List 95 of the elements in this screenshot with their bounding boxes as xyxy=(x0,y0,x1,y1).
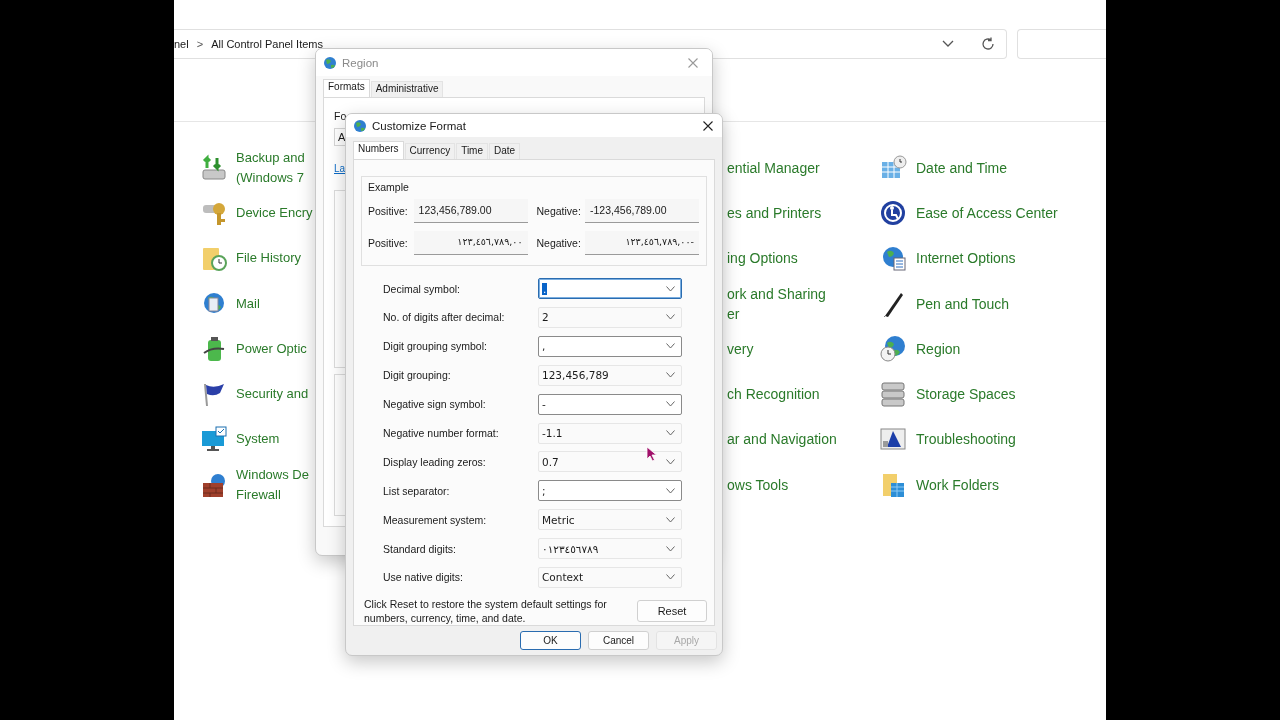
control-panel-link[interactable]: ar and Navigation xyxy=(727,429,837,450)
group-title: Example xyxy=(368,181,410,196)
output-field: -123,456,789.00 xyxy=(585,199,699,224)
control-panel-link[interactable]: File History xyxy=(236,248,301,269)
field-label: Decimal symbol: xyxy=(383,282,462,295)
drives-stack-icon xyxy=(879,380,907,409)
combo-box[interactable]: Metric xyxy=(538,509,682,531)
control-panel-link[interactable]: Backup and (Windows 7 xyxy=(236,147,305,188)
field-label: Negative: xyxy=(536,237,582,250)
globe-clock-icon xyxy=(879,334,907,363)
control-panel-link[interactable]: ch Recognition xyxy=(727,384,820,405)
control-panel-link[interactable]: Date and Time xyxy=(916,157,1008,178)
control-panel-link[interactable]: Power Optic xyxy=(236,338,307,359)
field-label: Use native digits: xyxy=(383,571,464,584)
chevron-down-icon xyxy=(666,401,675,408)
combo-box[interactable]: - xyxy=(538,393,682,415)
control-panel-link[interactable]: Ease of Access Center xyxy=(916,202,1058,223)
combo-box[interactable]: . xyxy=(538,278,682,300)
field-label: List separator: xyxy=(383,484,451,497)
control-panel-link[interactable]: Windows De Firewall xyxy=(236,464,309,505)
window-title: Region xyxy=(342,56,379,69)
breadcrumb-separator: > xyxy=(196,38,204,50)
control-panel-link[interactable]: Pen and Touch xyxy=(916,293,1010,314)
control-panel-link[interactable]: Work Folders xyxy=(916,474,999,495)
dialog-button[interactable]: OK xyxy=(520,630,581,650)
output-field: 123,456,789.00 xyxy=(413,199,528,224)
tab[interactable]: Numbers xyxy=(353,141,404,160)
control-panel-link[interactable]: Region xyxy=(916,338,961,359)
combo-box[interactable]: , xyxy=(538,335,682,357)
combo-box[interactable]: 0.7 xyxy=(538,451,682,473)
field-label: Digit grouping: xyxy=(383,369,452,382)
accessibility-icon xyxy=(879,198,907,227)
control-panel-link[interactable]: ing Options xyxy=(727,248,798,269)
chevron-down-icon xyxy=(941,40,954,48)
combo-box[interactable]: 123,456,789 xyxy=(538,364,682,386)
control-panel-link[interactable]: ential Manager xyxy=(727,157,820,178)
refresh-icon xyxy=(980,37,995,51)
field-label: Fo xyxy=(334,110,347,122)
field-label: Negative: xyxy=(536,205,582,218)
chevron-down-icon xyxy=(666,430,675,436)
combo-box[interactable]: Context xyxy=(538,566,682,588)
chevron-down-icon xyxy=(666,458,675,465)
control-panel-link[interactable]: System xyxy=(236,429,280,450)
output-field: ١٢٣,٤٥٦,٧٨٩,٠٠ xyxy=(413,231,528,256)
field-label: Digit grouping symbol: xyxy=(383,340,488,353)
control-panel-link[interactable]: Troubleshooting xyxy=(916,429,1016,450)
globe-icon xyxy=(353,118,367,133)
control-panel-link[interactable]: Internet Options xyxy=(916,248,1016,269)
mouse-pointer-icon xyxy=(646,446,658,462)
combo-box[interactable]: 2 xyxy=(538,306,682,328)
control-panel-link[interactable]: es and Printers xyxy=(727,202,822,223)
field-label: Measurement system: xyxy=(383,513,488,526)
chevron-down-icon xyxy=(666,545,675,552)
combo-box[interactable]: ٠١٢٣٤٥٦٧٨٩ xyxy=(538,538,682,560)
field-label: Display leading zeros: xyxy=(383,455,487,468)
chevron-down-icon xyxy=(666,343,675,350)
control-panel-link[interactable]: very xyxy=(727,338,754,359)
chevron-down-icon xyxy=(666,314,675,321)
control-panel-link[interactable]: ows Tools xyxy=(727,474,789,495)
chevron-down-icon xyxy=(666,487,675,494)
tab[interactable]: Time xyxy=(456,143,488,160)
tab[interactable]: Date xyxy=(489,143,521,160)
dialog-button[interactable]: Cancel xyxy=(588,630,649,650)
field-label: Negative number format: xyxy=(383,427,500,439)
chevron-down-icon xyxy=(666,285,675,292)
breadcrumb-item[interactable]: All Control Panel Items xyxy=(211,38,323,50)
chevron-down-icon xyxy=(666,574,675,581)
chevron-down-icon xyxy=(666,516,675,523)
globe-icon xyxy=(323,55,337,70)
combo-box[interactable]: -1.1 xyxy=(538,422,682,444)
control-panel-link[interactable]: Device Encry xyxy=(236,202,313,223)
backup-drive-icon xyxy=(200,153,228,182)
output-field: ١٢٣,٤٥٦,٧٨٩,٠٠- xyxy=(585,231,699,256)
monitor-icon xyxy=(200,425,228,454)
help-text: Click Reset to restore the system default settings for numbers, currency, time, and date. xyxy=(364,596,608,625)
combo-box[interactable]: ; xyxy=(538,480,682,502)
field-label: Standard digits: xyxy=(383,542,457,555)
reset-button[interactable]: Reset xyxy=(637,599,707,622)
field-label: Negative sign symbol: xyxy=(383,398,487,411)
field-label: Positive: xyxy=(368,237,409,250)
control-panel-link[interactable]: ork and Sharing er xyxy=(727,283,826,324)
window-title: Customize Format xyxy=(372,119,466,132)
link[interactable]: La xyxy=(334,162,346,174)
close-icon xyxy=(703,120,713,131)
control-panel-link[interactable]: Storage Spaces xyxy=(916,384,1016,405)
tab[interactable]: Formats xyxy=(323,79,370,97)
field-label: Positive: xyxy=(368,205,409,218)
control-panel-link[interactable]: Security and xyxy=(236,384,309,405)
chevron-down-icon xyxy=(666,372,675,379)
close-icon xyxy=(688,57,698,68)
tab[interactable]: Currency xyxy=(404,143,456,160)
control-panel-link[interactable]: Mail xyxy=(236,293,260,314)
tab[interactable]: Administrative xyxy=(370,81,444,97)
breadcrumb-item[interactable]: nel xyxy=(174,38,189,50)
field-label: No. of digits after decimal: xyxy=(383,311,506,324)
